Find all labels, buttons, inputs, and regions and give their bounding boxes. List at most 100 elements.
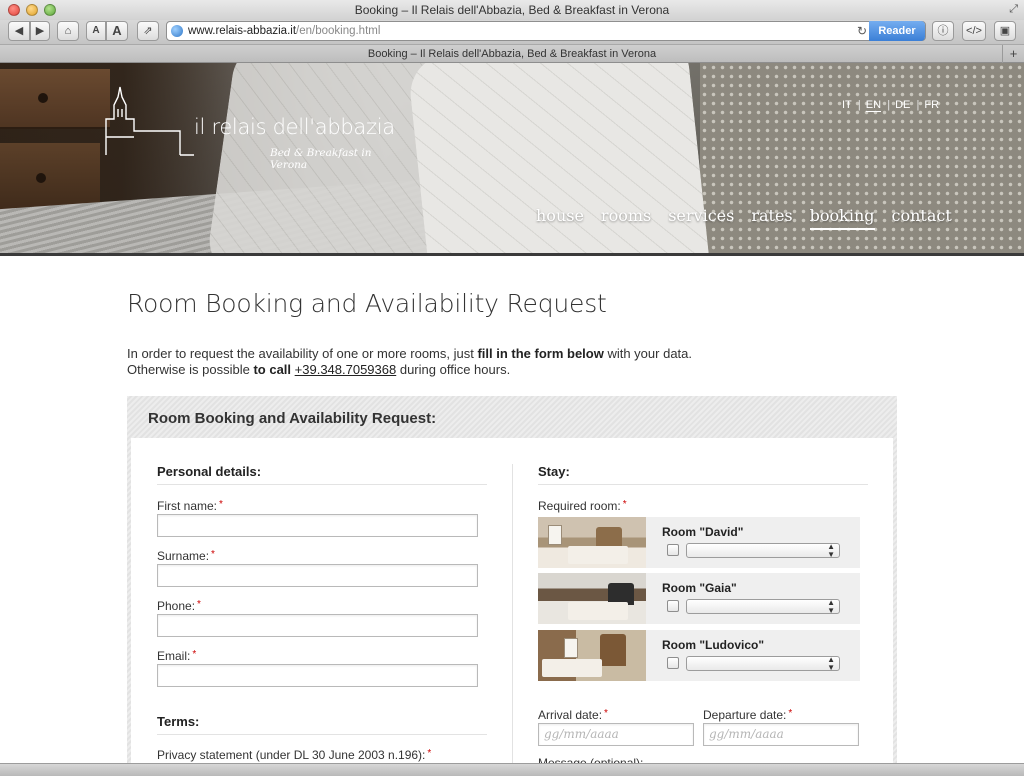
home-button[interactable]: ⌂ <box>57 21 79 41</box>
room-photo-bed <box>542 659 602 677</box>
required-mark: * <box>427 748 432 759</box>
arrival-date-field[interactable]: gg/mm/aaaa <box>538 723 694 746</box>
share-icon: ⇗ <box>143 25 153 37</box>
new-tab-button[interactable]: + <box>1002 45 1024 63</box>
reader-button[interactable]: Reader <box>869 21 925 41</box>
minimize-window-button[interactable] <box>26 4 38 16</box>
intro-text-part: during office hours. <box>396 362 511 377</box>
screenshot-button[interactable]: ▣ <box>994 21 1016 41</box>
address-bar[interactable]: www.relais-abbazia.it/en/booking.html ↻ … <box>166 21 926 41</box>
label-text: Departure date: <box>703 708 787 722</box>
nav-services[interactable]: services <box>668 206 734 230</box>
room-name: Room "David" <box>662 525 744 539</box>
url-text[interactable]: www.relais-abbazia.it/en/booking.html <box>188 22 380 40</box>
nav-contact[interactable]: contact <box>892 206 952 230</box>
label-text: Arrival date: <box>538 708 603 722</box>
column-divider <box>512 464 513 776</box>
departure-date-label: Departure date: * <box>703 708 792 722</box>
room-photo-david <box>538 517 646 568</box>
camera-icon: ▣ <box>999 25 1011 37</box>
room-option-david: Room "David" ▲ ▼ <box>538 517 860 568</box>
window-titlebar: Booking – Il Relais dell'Abbazia, Bed & … <box>0 0 1024 20</box>
room-guests-select-gaia[interactable]: ▲ ▼ <box>686 598 840 615</box>
surname-field[interactable] <box>157 564 478 587</box>
required-mark: * <box>211 549 215 560</box>
share-button[interactable]: ⇗ <box>137 21 159 41</box>
room-photo-gaia <box>538 573 646 624</box>
intro-text-bold: to call <box>253 362 292 377</box>
phone-field[interactable] <box>157 614 478 637</box>
chevron-left-icon: ◀ <box>14 25 24 37</box>
room-info: Room "David" ▲ ▼ <box>646 517 860 568</box>
nav-rooms[interactable]: rooms <box>601 206 651 230</box>
info-button[interactable]: ⓘ <box>932 21 954 41</box>
lang-de[interactable]: DE <box>895 99 920 112</box>
select-arrows-icon: ▲ ▼ <box>827 598 835 615</box>
forward-button[interactable]: ▶ <box>30 21 50 41</box>
room-checkbox-ludovico[interactable] <box>667 657 679 669</box>
personal-details-heading: Personal details: <box>157 464 487 485</box>
fullscreen-icon[interactable]: ⤢ <box>1009 3 1018 16</box>
privacy-label: Privacy statement (under DL 30 June 2003… <box>157 748 431 762</box>
terms-heading: Terms: <box>157 714 487 735</box>
departure-date-field[interactable]: gg/mm/aaaa <box>703 723 859 746</box>
room-info: Room "Gaia" ▲ ▼ <box>646 573 860 624</box>
lang-fr[interactable]: FR <box>924 99 939 112</box>
url-path: /en/booking.html <box>296 25 381 37</box>
room-name: Room "Gaia" <box>662 581 737 595</box>
site-logo[interactable]: il relais dell'abbazia Bed & Breakfast i… <box>104 85 404 171</box>
tab-title[interactable]: Booking – Il Relais dell'Abbazia, Bed & … <box>368 48 656 60</box>
banner-photo-drawer <box>0 69 110 129</box>
room-checkbox-david[interactable] <box>667 544 679 556</box>
lang-en[interactable]: EN <box>865 99 891 112</box>
source-button[interactable]: </> <box>962 21 986 41</box>
globe-icon <box>171 25 183 37</box>
arrival-date-label: Arrival date: * <box>538 708 608 722</box>
intro-text-part: Otherwise is possible <box>127 362 254 377</box>
email-field[interactable] <box>157 664 478 687</box>
required-room-label: Required room: * <box>538 499 627 513</box>
room-option-gaia: Room "Gaia" ▲ ▼ <box>538 573 860 624</box>
window-bottom-bar <box>0 763 1024 776</box>
label-text: Surname: <box>157 549 210 563</box>
url-domain: www.relais-abbazia.it <box>188 25 297 37</box>
room-photo-bed <box>568 546 628 564</box>
room-photo-wardrobe <box>600 634 626 666</box>
intro-line-2: Otherwise is possible to call +39.348.70… <box>127 362 692 378</box>
first-name-field[interactable] <box>157 514 478 537</box>
room-info: Room "Ludovico" ▲ ▼ <box>646 630 860 681</box>
room-photo-bed <box>568 602 628 620</box>
room-photo-window <box>564 638 578 658</box>
brand-name: il relais dell'abbazia <box>194 115 395 139</box>
close-window-button[interactable] <box>8 4 20 16</box>
back-button[interactable]: ◀ <box>8 21 30 41</box>
select-arrows-icon: ▲ ▼ <box>827 542 835 559</box>
lang-it[interactable]: IT <box>842 99 860 112</box>
nav-booking[interactable]: booking <box>809 206 875 230</box>
intro-text-part: In order to request the availability of … <box>127 346 478 361</box>
zoom-window-button[interactable] <box>44 4 56 16</box>
nav-house[interactable]: house <box>536 206 584 230</box>
font-bigger-button[interactable]: A <box>106 21 128 41</box>
room-option-ludovico: Room "Ludovico" ▲ ▼ <box>538 630 860 681</box>
intro-line-1: In order to request the availability of … <box>127 346 692 362</box>
required-mark: * <box>604 708 608 719</box>
nav-rates[interactable]: rates <box>751 206 792 230</box>
room-checkbox-gaia[interactable] <box>667 600 679 612</box>
home-icon: ⌂ <box>64 25 72 37</box>
form-panel-title: Room Booking and Availability Request: <box>148 410 437 427</box>
room-guests-select-ludovico[interactable]: ▲ ▼ <box>686 656 840 672</box>
booking-form: Personal details: First name: * Surname: *… <box>131 438 893 776</box>
page-title: Room Booking and Availability Request <box>127 289 607 318</box>
room-guests-select-david[interactable]: ▲ ▼ <box>686 542 840 559</box>
reload-icon[interactable]: ↻ <box>857 22 867 40</box>
phone-link[interactable]: +39.348.7059368 <box>295 362 397 377</box>
label-text: Required room: <box>538 499 621 513</box>
chevron-right-icon: ▶ <box>35 25 45 37</box>
label-text: Privacy statement (under DL 30 June 2003… <box>157 748 426 762</box>
required-mark: * <box>197 599 201 610</box>
label-text: Phone: <box>157 599 196 613</box>
font-smaller-button[interactable]: A <box>86 21 106 41</box>
window-controls <box>8 4 56 16</box>
required-mark: * <box>622 499 627 510</box>
